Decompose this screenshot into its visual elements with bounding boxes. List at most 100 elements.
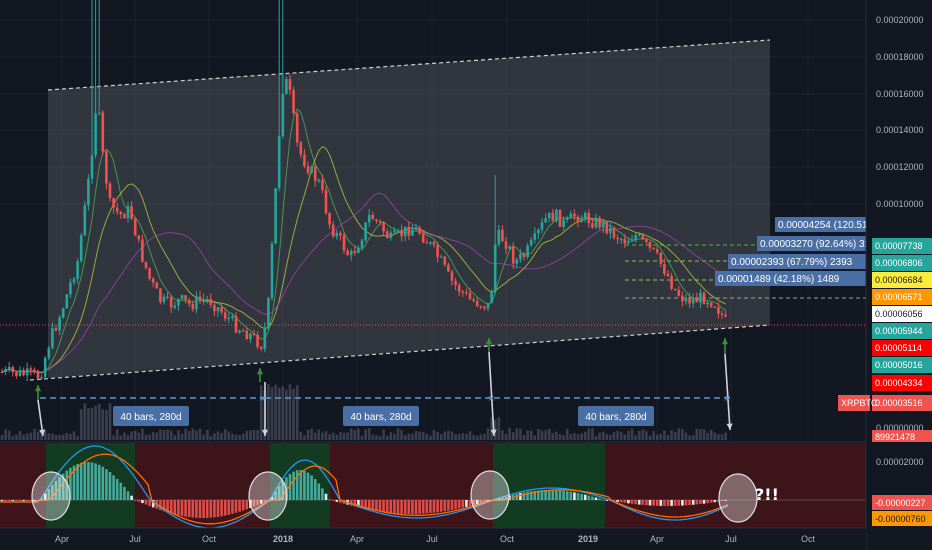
candle (681, 295, 684, 302)
candle (385, 231, 389, 239)
candle (0, 372, 4, 374)
candle (497, 229, 501, 245)
volume-bar (245, 430, 249, 440)
candle (29, 368, 33, 370)
candle (663, 263, 666, 274)
candle (353, 250, 357, 253)
candle (562, 219, 565, 227)
candle (555, 209, 558, 222)
candle (637, 234, 641, 236)
macd-histogram-bar (335, 500, 339, 502)
candle (619, 238, 623, 241)
volume-bar (677, 428, 681, 440)
candle (223, 312, 227, 319)
macd-histogram-bar (663, 500, 666, 506)
volume-bar (310, 428, 313, 440)
macd-histogram-bar (634, 500, 637, 505)
volume-bar (720, 434, 724, 440)
macd-tag-label: -0.00000760 (875, 514, 926, 524)
candle (349, 250, 353, 256)
candle (83, 205, 87, 236)
macd-histogram-bar (303, 470, 306, 500)
volume-bar (666, 435, 670, 440)
macd-histogram-bar (184, 500, 187, 517)
macd-histogram-bar (565, 491, 569, 500)
candle (263, 327, 267, 349)
macd-histogram-bar (209, 500, 213, 518)
volume-bar (277, 387, 281, 440)
macd-histogram-bar (457, 500, 461, 509)
macd-histogram-bar (324, 493, 328, 500)
macd-histogram-bar (677, 500, 681, 506)
macd-histogram-bar (551, 490, 555, 500)
candle (569, 213, 573, 218)
macd-histogram-bar (79, 462, 83, 500)
volume-bar (486, 428, 490, 440)
macd-histogram-bar (666, 500, 670, 506)
volume-bar (54, 435, 58, 440)
macd-histogram-bar (598, 498, 601, 500)
volume-bar (468, 431, 472, 440)
candle (688, 297, 691, 304)
macd-histogram-bar (465, 500, 468, 507)
macd-histogram-bar (580, 493, 583, 500)
volume-bar (425, 433, 429, 440)
candle (288, 79, 292, 90)
volume-bar (72, 431, 76, 440)
candle (234, 316, 238, 333)
volume-bar (439, 434, 443, 440)
macd-histogram-bar (403, 500, 407, 514)
candle (310, 166, 313, 173)
macd-histogram-bar (195, 500, 198, 518)
macd-histogram-bar (673, 500, 677, 506)
price-chart[interactable]: × × × 40 bars, 280d 40 bars, 280d 40 bars, 28… (0, 0, 932, 550)
volume-bar (648, 435, 652, 440)
volume-bar (306, 429, 310, 440)
price-channel (29, 39, 771, 381)
macd-histogram-bar (310, 475, 313, 500)
candle (357, 247, 360, 253)
volume-bar (594, 435, 598, 440)
macd-histogram-bar (220, 500, 223, 517)
macd-histogram-bar (652, 500, 655, 506)
macd-histogram-bar (576, 493, 580, 500)
macd-histogram-bar (544, 490, 547, 500)
candle (267, 297, 270, 328)
candle (281, 94, 285, 137)
volume-bar (393, 433, 396, 440)
macd-histogram-bar (468, 500, 472, 507)
macd-histogram-bar (659, 500, 663, 506)
macd-histogram-bar (241, 500, 245, 511)
volume-bar (123, 432, 126, 440)
fib-label: 0.00002393 (67.79%) 2393 (731, 257, 853, 268)
volume-bar (141, 428, 144, 440)
candle (447, 264, 450, 272)
candle (648, 241, 652, 248)
volume-bar (713, 432, 717, 440)
volume-bar (562, 435, 565, 440)
volume-bar (169, 430, 173, 440)
candle (238, 330, 241, 333)
candle (360, 240, 364, 248)
macd-histogram-bar (7, 500, 11, 501)
candle (173, 305, 177, 308)
volume-bar (101, 409, 105, 440)
x-tick-label: 2018 (273, 534, 293, 544)
candle (141, 239, 144, 262)
candle (274, 188, 277, 244)
volume-bar (612, 432, 616, 440)
volume-bar (288, 384, 292, 440)
price-tag-label: 0.00004334 (875, 378, 923, 388)
macd-histogram-bar (418, 500, 421, 514)
volume-bar (58, 435, 61, 440)
candle (101, 112, 105, 152)
candle (295, 113, 299, 143)
candle (169, 296, 173, 308)
macd-histogram-bar (641, 500, 645, 505)
volume-bar (421, 432, 425, 440)
macd-histogram-bar (234, 500, 238, 513)
macd-histogram-bar (691, 500, 695, 505)
candle (411, 229, 414, 236)
volume-bar (457, 434, 461, 440)
macd-histogram-bar (292, 471, 295, 500)
